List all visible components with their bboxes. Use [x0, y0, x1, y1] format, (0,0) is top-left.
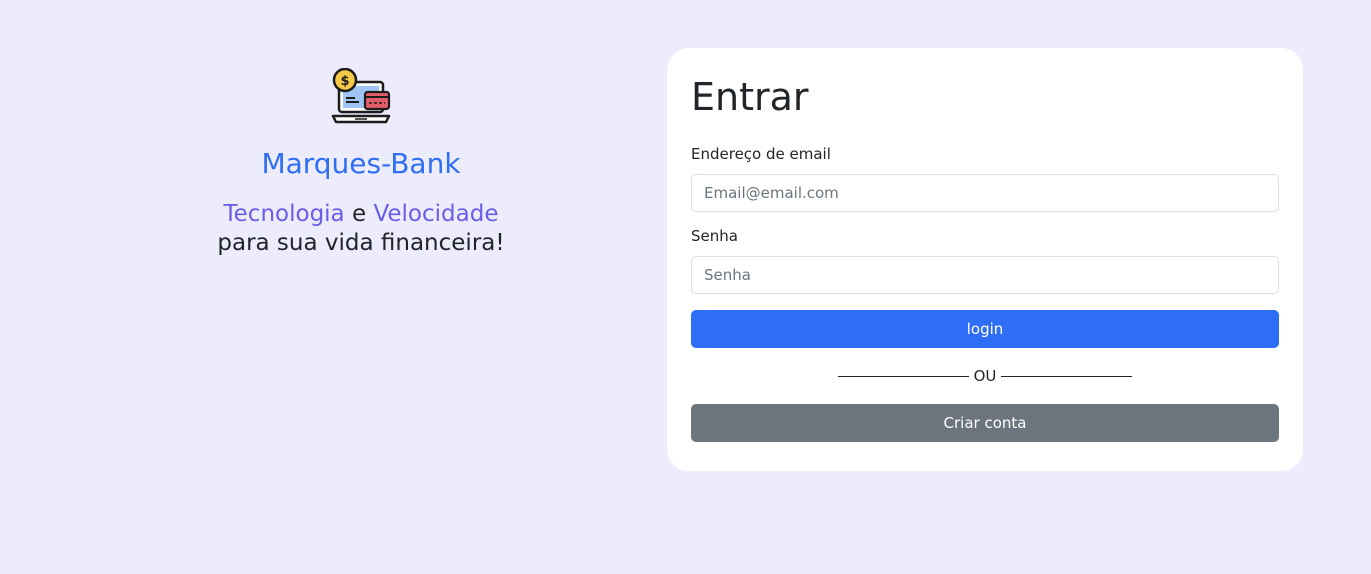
email-label: Endereço de email	[691, 145, 831, 163]
laptop-payment-icon: $	[331, 68, 391, 124]
create-account-button[interactable]: Criar conta	[691, 404, 1279, 442]
password-label: Senha	[691, 227, 738, 245]
brand-name: Marques-Bank	[261, 147, 461, 180]
divider-line-right	[1001, 375, 1133, 377]
email-field[interactable]	[691, 174, 1279, 212]
divider-line-left	[837, 375, 969, 377]
or-divider: OU	[691, 366, 1279, 386]
page-title: Entrar	[691, 75, 809, 119]
tagline-word-velocidade: Velocidade	[373, 201, 499, 227]
svg-text:$: $	[340, 74, 349, 89]
tagline-word-tecnologia: Tecnologia	[223, 201, 345, 227]
login-button[interactable]: login	[691, 310, 1279, 348]
brand-panel: $ Marques-Bank Tecnologia e Velocidade p…	[130, 68, 592, 258]
divider-text: OU	[973, 367, 997, 385]
tagline: Tecnologia e Velocidade para sua vida fi…	[130, 200, 592, 258]
tagline-connector: e	[344, 201, 374, 227]
tagline-line2: para sua vida financeira!	[217, 230, 505, 256]
password-field[interactable]	[691, 256, 1279, 294]
login-card: Entrar Endereço de email Senha login OU …	[667, 48, 1303, 471]
